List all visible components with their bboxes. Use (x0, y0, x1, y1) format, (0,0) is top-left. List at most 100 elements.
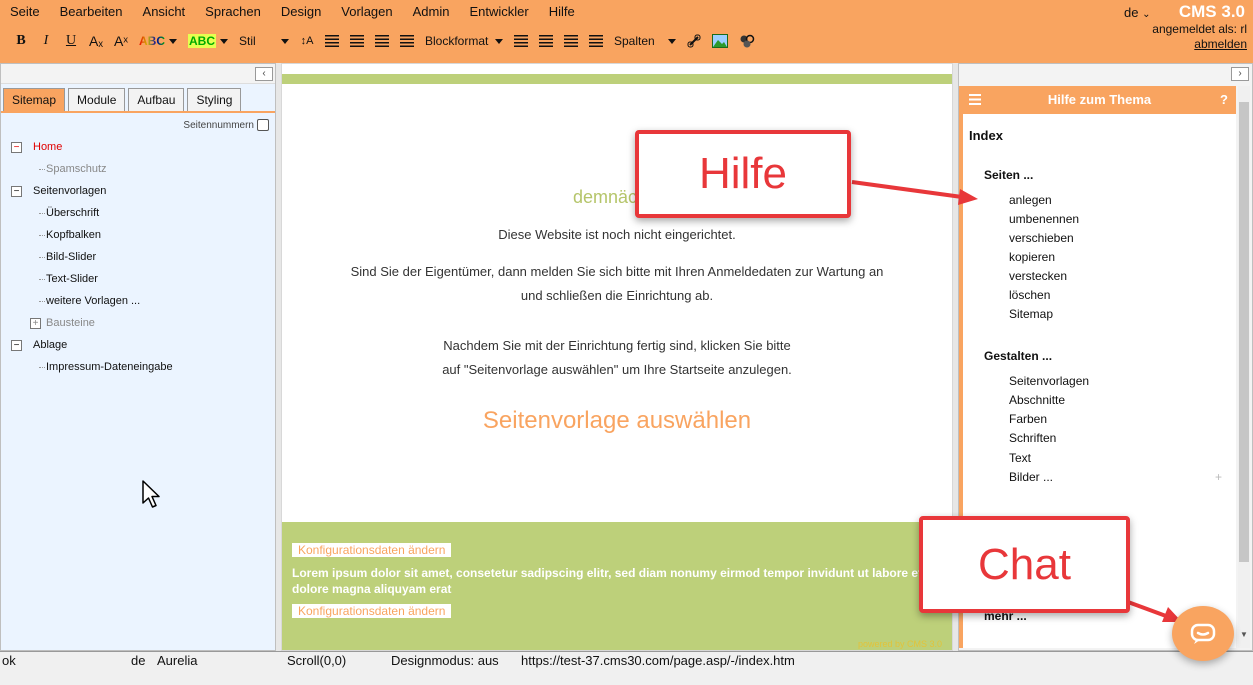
style-dropdown[interactable]: Stil (235, 29, 293, 53)
align-right-button[interactable] (371, 29, 393, 53)
left-tabs: Sitemap Module Aufbau Styling (3, 88, 242, 112)
help-link[interactable]: Bilder ... (1009, 470, 1053, 484)
tab-aufbau[interactable]: Aufbau (128, 88, 185, 112)
choose-template-link[interactable]: Seitenvorlage auswählen (282, 407, 952, 435)
chevron-down-icon (495, 38, 503, 44)
align-left-icon (325, 35, 339, 47)
expand-icon[interactable]: + (30, 318, 41, 329)
font-color-button[interactable]: ABC (135, 29, 181, 53)
help-link[interactable]: umbenennen (1009, 212, 1079, 226)
align-center-button[interactable] (346, 29, 368, 53)
help-scrollbar[interactable]: ▼ (1238, 86, 1250, 648)
tree-item-spamschutz[interactable]: Spamschutz (9, 158, 269, 180)
tab-sitemap[interactable]: Sitemap (3, 88, 66, 112)
tree-item-kopfbalken[interactable]: Kopfbalken (9, 224, 269, 246)
tree-item-home[interactable]: − Home (9, 136, 269, 158)
page-numbers-toggle[interactable]: Seitennummern (183, 119, 269, 131)
blockformat-dropdown[interactable]: Blockformat (421, 29, 507, 53)
page-preview: demnächst Diese Website ist noch nicht e… (281, 63, 953, 651)
help-link[interactable]: Schriften (1009, 431, 1056, 445)
page-numbers-label: Seitennummern (183, 119, 254, 131)
menu-icon[interactable] (969, 94, 981, 105)
tree-item-ueberschrift[interactable]: Überschrift (9, 202, 269, 224)
help-link[interactable]: verstecken (1009, 269, 1067, 283)
powered-by-label: powered by CMS 3.0 (857, 639, 942, 649)
collapse-right-button[interactable]: › (1231, 67, 1249, 81)
tree-label: Seitenvorlagen (33, 185, 107, 197)
help-link[interactable]: Text (1009, 451, 1031, 465)
outdent-button[interactable] (535, 29, 557, 53)
config-link-top[interactable]: Konfigurationsdaten ändern (292, 543, 452, 557)
help-link[interactable]: verschieben (1009, 231, 1074, 245)
tab-styling[interactable]: Styling (187, 88, 242, 112)
help-link[interactable]: kopieren (1009, 250, 1055, 264)
chat-button[interactable] (1172, 606, 1234, 661)
collapse-left-button[interactable]: ‹ (255, 67, 273, 81)
tree-item-seitenvorlagen[interactable]: − Seitenvorlagen (9, 180, 269, 202)
tab-module[interactable]: Module (68, 88, 126, 112)
menu-bar: Seite Bearbeiten Ansicht Sprachen Design… (0, 0, 585, 24)
sitemap-tree: − Home Spamschutz − Seitenvorlagen Übers… (9, 136, 269, 378)
notice-line-1: Diese Website ist noch nicht eingerichte… (498, 227, 736, 242)
link-button[interactable] (683, 29, 705, 53)
menu-entwickler[interactable]: Entwickler (459, 0, 538, 24)
align-right-icon (375, 35, 389, 47)
tree-item-text-slider[interactable]: Text-Slider (9, 268, 269, 290)
tree-label: weitere Vorlagen ... (46, 295, 141, 307)
menu-vorlagen[interactable]: Vorlagen (331, 0, 402, 24)
background-color-button[interactable]: ABC (184, 29, 232, 53)
page-numbers-checkbox[interactable] (257, 119, 269, 131)
image-button[interactable] (708, 29, 732, 53)
help-link[interactable]: Farben (1009, 412, 1047, 426)
menu-seite[interactable]: Seite (0, 0, 50, 24)
indent-button[interactable] (510, 29, 532, 53)
bullet-list-button[interactable] (560, 29, 582, 53)
chevron-down-icon: ⌄ (1142, 9, 1151, 20)
underline-button[interactable]: U (60, 29, 82, 53)
menu-admin[interactable]: Admin (403, 0, 460, 24)
config-link-bottom[interactable]: Konfigurationsdaten ändern (292, 604, 452, 618)
scroll-down-icon[interactable]: ▼ (1240, 630, 1248, 639)
align-justify-button[interactable] (396, 29, 418, 53)
help-link[interactable]: anlegen (1009, 193, 1052, 207)
help-link[interactable]: Abschnitte (1009, 393, 1065, 407)
collapse-icon[interactable]: − (11, 340, 22, 351)
tree-item-bild-slider[interactable]: Bild-Slider (9, 246, 269, 268)
language-label: de (1124, 5, 1139, 20)
align-left-button[interactable] (321, 29, 343, 53)
indent-icon (514, 35, 528, 47)
tree-item-impressum[interactable]: Impressum-Dateneingabe (9, 356, 269, 378)
collapse-icon[interactable]: − (11, 142, 22, 153)
scrollbar-thumb[interactable] (1239, 102, 1249, 562)
tree-item-ablage[interactable]: − Ablage (9, 334, 269, 356)
language-selector[interactable]: de ⌄ (1124, 5, 1150, 20)
align-justify-icon (400, 35, 414, 47)
italic-button[interactable]: I (35, 29, 57, 53)
numbered-list-button[interactable] (585, 29, 607, 53)
tree-item-weitere-vorlagen[interactable]: weitere Vorlagen ... (9, 290, 269, 312)
help-link[interactable]: Seitenvorlagen (1009, 374, 1089, 388)
menu-hilfe[interactable]: Hilfe (539, 0, 585, 24)
status-url: https://test-37.cms30.com/page.asp/-/ind… (521, 653, 795, 668)
columns-dropdown[interactable]: Spalten (610, 29, 680, 53)
subscript-button[interactable]: Aₓ (85, 29, 107, 53)
help-pages-heading[interactable]: Seiten ... (984, 168, 1033, 182)
help-link[interactable]: löschen (1009, 288, 1050, 302)
tree-item-bausteine[interactable]: + Bausteine (9, 312, 269, 334)
help-link[interactable]: Sitemap (1009, 307, 1053, 321)
bold-button[interactable]: B (10, 29, 32, 53)
menu-design[interactable]: Design (271, 0, 331, 24)
superscript-button[interactable]: Aˣ (110, 29, 132, 53)
font-size-icon[interactable]: ↕A (296, 29, 318, 53)
menu-sprachen[interactable]: Sprachen (195, 0, 271, 24)
logout-link[interactable]: abmelden (1194, 37, 1247, 51)
menu-bearbeiten[interactable]: Bearbeiten (50, 0, 133, 24)
tree-connector (39, 301, 45, 302)
question-icon[interactable]: ? (1220, 86, 1228, 114)
collapse-icon[interactable]: − (11, 186, 22, 197)
numbered-list-icon (589, 35, 603, 47)
help-design-heading[interactable]: Gestalten ... (984, 349, 1052, 363)
plus-icon: + (1215, 470, 1223, 484)
menu-ansicht[interactable]: Ansicht (133, 0, 196, 24)
widget-button[interactable] (735, 29, 759, 53)
